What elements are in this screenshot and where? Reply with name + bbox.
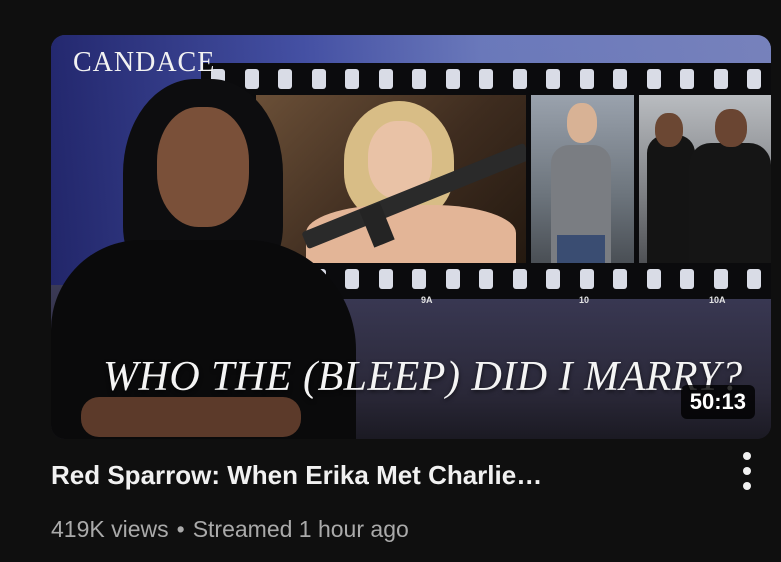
hoodie-figure-head	[715, 109, 747, 147]
film-perforation	[412, 269, 426, 289]
film-perforation	[680, 69, 694, 89]
film-perforation	[546, 269, 560, 289]
view-count: 419K views	[51, 516, 169, 542]
menu-dot	[743, 482, 751, 490]
film-perforation	[345, 69, 359, 89]
film-perforation	[412, 69, 426, 89]
film-perforation	[278, 69, 292, 89]
woman-figure-head	[655, 113, 683, 147]
film-perforation	[579, 69, 594, 89]
film-perforation	[311, 69, 326, 89]
film-perforation	[646, 269, 661, 289]
film-frame-number: 10	[579, 295, 590, 305]
film-perforation	[479, 269, 493, 289]
film-perforation	[680, 269, 694, 289]
film-frame-two-people	[639, 95, 771, 263]
film-frame-man-in-suit	[531, 95, 634, 263]
film-perforation	[613, 69, 627, 89]
host-face	[157, 107, 249, 227]
woman-figure	[647, 135, 695, 263]
film-perforation	[713, 69, 728, 89]
suit-figure-head	[567, 103, 597, 143]
thumbnail-headline: WHO THE (BLEEP) DID I MARRY?	[103, 354, 743, 400]
menu-dot	[743, 452, 751, 460]
film-perforation	[378, 269, 393, 289]
more-vert-icon[interactable]	[734, 452, 760, 490]
menu-dot	[743, 467, 751, 475]
suit-figure-jeans	[557, 235, 605, 263]
film-perforation	[579, 269, 594, 289]
video-metadata: 419K views • Streamed 1 hour ago	[51, 516, 409, 543]
film-perforation	[479, 69, 493, 89]
hoodie-figure	[689, 143, 771, 263]
video-thumbnail[interactable]: 9A 10 10A CANDACE WHO THE (BLEEP) DID I …	[51, 35, 771, 439]
film-perforation	[546, 69, 560, 89]
video-title[interactable]: Red Sparrow: When Erika Met Charlie…	[51, 460, 671, 491]
film-perforation	[512, 269, 527, 289]
film-perforation	[512, 69, 527, 89]
channel-brand-logo: CANDACE	[73, 47, 216, 78]
film-perforation	[244, 69, 259, 89]
film-perforation	[345, 269, 359, 289]
duration-badge: 50:13	[680, 385, 755, 419]
film-perforations-top	[201, 69, 771, 91]
film-perforation	[646, 69, 661, 89]
film-perforation	[378, 69, 393, 89]
film-perforation	[747, 69, 761, 89]
film-frame-number: 10A	[709, 295, 726, 305]
film-perforation	[445, 69, 460, 89]
film-frame-woman-with-rifle	[256, 95, 526, 263]
video-card[interactable]: 9A 10 10A CANDACE WHO THE (BLEEP) DID I …	[0, 0, 781, 562]
film-perforation	[747, 269, 761, 289]
film-frame-number: 9A	[421, 295, 433, 305]
meta-separator: •	[176, 516, 185, 542]
film-perforation	[613, 269, 627, 289]
film-perforation	[713, 269, 728, 289]
host-hands	[81, 397, 301, 437]
streamed-time: Streamed 1 hour ago	[192, 516, 409, 542]
film-perforation	[445, 269, 460, 289]
